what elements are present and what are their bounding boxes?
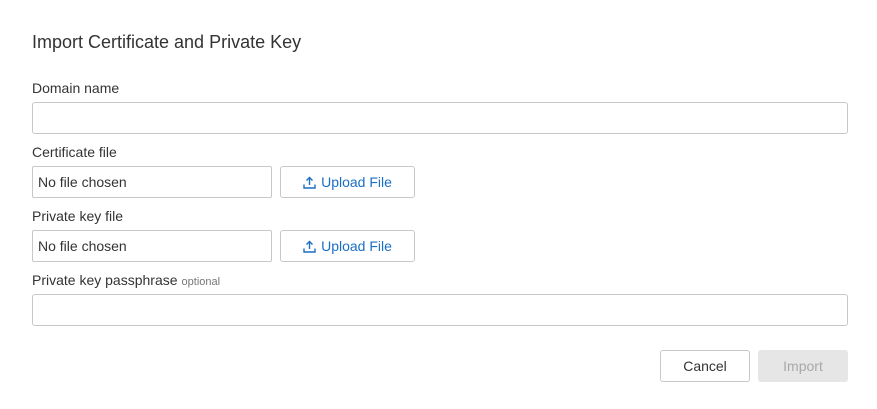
optional-tag: optional (181, 276, 221, 288)
import-certificate-dialog: Import Certificate and Private Key Domai… (0, 0, 877, 409)
upload-icon (303, 176, 316, 189)
passphrase-label: Private key passphrase optional (32, 272, 220, 290)
private-key-upload-button[interactable]: Upload File (280, 230, 415, 262)
domain-name-input[interactable] (32, 102, 848, 134)
upload-icon (303, 240, 316, 253)
import-button[interactable]: Import (758, 350, 848, 382)
certificate-upload-button[interactable]: Upload File (280, 166, 415, 198)
cancel-button[interactable]: Cancel (660, 350, 750, 382)
private-key-file-status: No file chosen (32, 230, 272, 262)
passphrase-input[interactable] (32, 294, 848, 326)
domain-name-label: Domain name (32, 80, 120, 96)
certificate-file-label: Certificate file (32, 144, 117, 160)
private-key-file-label: Private key file (32, 208, 124, 224)
dialog-title: Import Certificate and Private Key (32, 32, 302, 52)
passphrase-label-text: Private key passphrase (32, 272, 178, 288)
certificate-file-status: No file chosen (32, 166, 272, 198)
private-key-upload-label: Upload File (321, 238, 392, 254)
certificate-upload-label: Upload File (321, 174, 392, 190)
